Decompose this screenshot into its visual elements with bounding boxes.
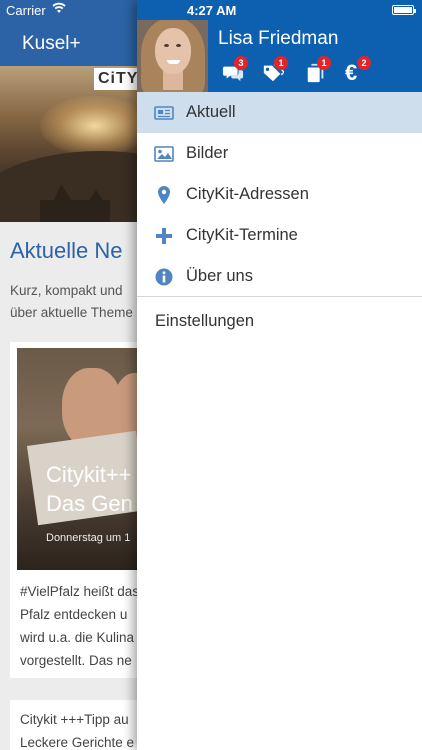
status-bar: Carrier 4:27 AM <box>0 0 422 20</box>
menu-divider <box>137 296 422 297</box>
notification-badge: 2 <box>357 56 371 70</box>
clock: 4:27 AM <box>187 3 237 18</box>
menu-item-aktuell[interactable]: Aktuell <box>137 92 422 133</box>
notification-badge: 1 <box>274 56 288 70</box>
battery-icon <box>392 5 416 15</box>
menu-item-label: CityKit-Termine <box>186 226 298 244</box>
menu-item-bilder[interactable]: Bilder <box>137 133 422 174</box>
tags-icon[interactable]: 1 <box>262 56 288 84</box>
battery-level <box>394 7 412 13</box>
news-card-date: Donnerstag um 1 <box>46 532 131 544</box>
menu-item-label: CityKit-Adressen <box>186 185 309 203</box>
menu-item-ueber-uns[interactable]: Über uns <box>137 256 422 297</box>
newspaper-icon <box>154 103 174 123</box>
avatar-eye <box>164 44 169 47</box>
user-name: Lisa Friedman <box>218 28 339 49</box>
menu-item-citykit-adressen[interactable]: CityKit-Adressen <box>137 174 422 215</box>
menu-item-label: Aktuell <box>186 103 236 121</box>
menu-item-citykit-termine[interactable]: CityKit-Termine <box>137 215 422 256</box>
euro-icon[interactable]: € 2 <box>345 56 371 85</box>
avatar-eye <box>176 44 181 47</box>
wifi-icon <box>52 2 66 17</box>
hero-sun-glow <box>40 96 150 156</box>
notification-badge: 3 <box>234 56 248 70</box>
avatar[interactable] <box>137 20 208 92</box>
app-title: Kusel+ <box>22 33 81 54</box>
section-heading: Aktuelle Ne <box>10 238 123 263</box>
documents-icon[interactable]: 1 <box>305 56 331 84</box>
info-icon <box>154 267 174 287</box>
notification-badge: 1 <box>317 56 331 70</box>
hero-logo: CiTY <box>94 68 142 90</box>
menu-item-label: Bilder <box>186 144 229 162</box>
menu-item-label: Über uns <box>186 267 253 285</box>
euro-glyph: € <box>345 60 358 85</box>
plus-icon <box>154 226 174 246</box>
side-drawer: Lisa Friedman 3 1 1 € 2 Aktuell Bilder C… <box>137 0 422 750</box>
screen: Kusel+ CiTY Aktuelle Ne Kurz, kompakt un… <box>0 0 422 750</box>
location-pin-icon <box>154 185 174 205</box>
avatar-face <box>155 28 191 74</box>
chat-icon[interactable]: 3 <box>222 56 248 84</box>
carrier-label: Carrier <box>6 3 46 18</box>
avatar-mouth <box>167 60 180 64</box>
settings-link[interactable]: Einstellungen <box>155 312 254 331</box>
image-icon <box>154 144 174 164</box>
